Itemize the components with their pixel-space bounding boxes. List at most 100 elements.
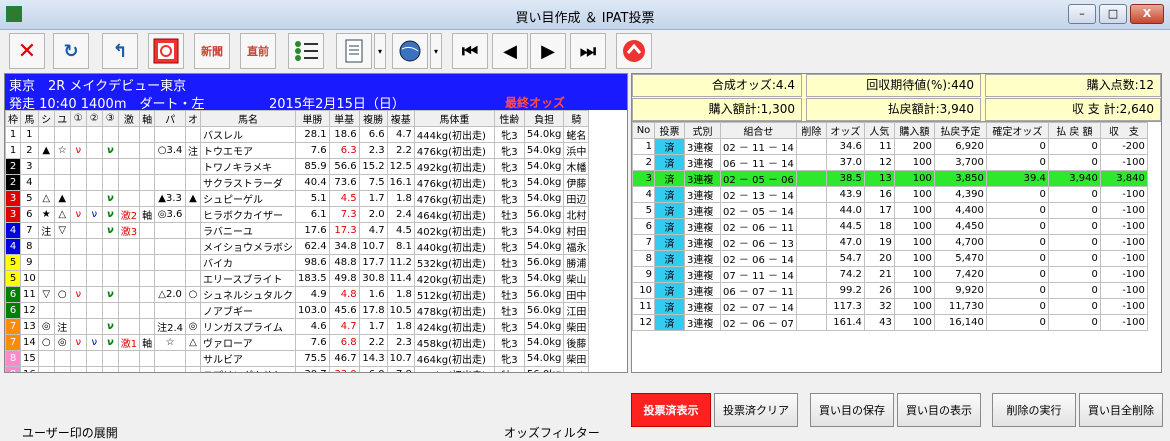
horse-col-header[interactable]: 複勝 — [358, 110, 388, 127]
horse-row[interactable]: 8 15 サルビア 75.5 46.7 14.3 10.7 464kg(初出走) 牝3 54.0k… — [5, 350, 590, 367]
minimize-button[interactable]: – — [1068, 4, 1096, 24]
bet-cell[interactable] — [795, 138, 827, 155]
prev-icon[interactable]: ◀ — [492, 33, 528, 69]
bet-row[interactable]: 4 済 3連複 02 － 13 － 14 43.9 16 100 4,390 0 0 -100 — [632, 186, 1148, 203]
bet-row[interactable]: 6 済 3連複 02 － 06 － 11 44.5 18 100 4,450 0 0 -100 — [632, 218, 1148, 235]
horse-col-header[interactable]: ① — [69, 110, 87, 127]
horse-col-header[interactable]: パ — [154, 110, 187, 127]
horse-row[interactable]: 6 11 ▽ ○ ν ν △2.0 ○ シュネルシュタルク 4.9 4.8 1.6 1.8 512kg(初… — [5, 286, 590, 303]
bet-cell[interactable] — [795, 314, 827, 331]
bet-row[interactable]: 1 済 3連複 02 － 11 － 14 34.6 11 200 6,920 0 0 -200 — [632, 138, 1148, 155]
close-button[interactable]: X — [1130, 4, 1164, 24]
horse-row[interactable]: 4 8 メイショウメラボシ 62.4 34.8 10.7 8.1 440kg(初出走) 牝3 54… — [5, 238, 590, 255]
horse-row[interactable]: 2 4 サクラストラーダ 40.4 73.6 7.5 16.1 476kg(初出走) 牝3 54.… — [5, 174, 590, 191]
bet-row[interactable]: 5 済 3連複 02 － 05 － 14 44.0 17 100 4,400 0 0 -100 — [632, 202, 1148, 219]
bet-row[interactable]: 3 済 3連複 02 － 05 － 06 38.5 13 100 3,850 39.4 3,940… — [632, 170, 1148, 187]
bet-col-header[interactable]: 収 支 — [1099, 122, 1148, 139]
clear-voted-button[interactable]: 投票済クリア — [714, 393, 798, 427]
horse-col-header[interactable]: 激 — [117, 110, 141, 127]
horse-row[interactable]: 2 3 トワノキラメキ 85.9 56.6 15.2 12.5 492kg(初出走) 牝3 54.… — [5, 158, 590, 175]
bet-col-header[interactable]: 払戻予定 — [933, 122, 987, 139]
horse-row[interactable]: 1 1 バスレル 28.1 18.6 6.6 4.7 444kg(初出走) 牝3 54.0kg 蛯名 — [5, 126, 590, 143]
bet-col-header[interactable]: 組合せ — [720, 122, 797, 139]
horse-row[interactable]: 5 9 バイカ 98.6 48.8 17.7 11.2 532kg(初出走) 牡3 56.0kg 勝… — [5, 254, 590, 271]
bet-col-header[interactable]: 人気 — [863, 122, 895, 139]
cancel-icon[interactable]: ✕ — [9, 33, 45, 69]
first-icon[interactable]: ⏮ — [452, 33, 488, 69]
bet-col-header[interactable]: 確定オッズ — [985, 122, 1049, 139]
horse-row[interactable]: 5 10 エリースブライト 183.5 49.8 30.8 11.4 420kg(初出走) 牝3… — [5, 270, 590, 287]
numbered-list-icon[interactable] — [288, 33, 324, 69]
show-voted-button[interactable]: 投票済表示 — [631, 393, 711, 427]
bet-col-header[interactable]: 購入額 — [893, 122, 935, 139]
bet-cell[interactable] — [795, 218, 827, 235]
save-bets-button[interactable]: 買い目の保存 — [810, 393, 894, 427]
bet-cell[interactable] — [795, 202, 827, 219]
bet-row[interactable]: 11 済 3連複 02 － 07 － 14 117.3 32 100 11,730 0 0 -100 — [632, 298, 1148, 315]
bet-cell[interactable] — [795, 298, 827, 315]
bet-cell[interactable] — [795, 186, 827, 203]
newspaper-mark-icon[interactable]: 新聞 — [194, 33, 230, 69]
horse-row[interactable]: 3 6 ★ △ ν ν ν 激2 軸 ◎3.6 ヒラボクカイザー 6.1 7.3 2.0 2.4 464kg(… — [5, 206, 590, 223]
horse-table[interactable]: 枠馬シユ ① ② ③ 激軸パオ馬名 単勝 単基 複勝 複基 馬体重 性齢 負担騎 1 1 バスレル 28.1… — [5, 110, 590, 372]
bet-cell[interactable] — [795, 282, 827, 299]
bet-col-header[interactable]: オッズ — [825, 122, 865, 139]
horse-col-header[interactable]: 騎 — [563, 110, 590, 127]
horse-col-header[interactable]: ユ — [53, 110, 71, 127]
execute-delete-button[interactable]: 削除の実行 — [992, 393, 1076, 427]
horse-col-header[interactable]: ③ — [101, 110, 119, 127]
delete-all-button[interactable]: 買い目全削除 — [1079, 393, 1163, 427]
horse-row[interactable]: 3 5 △ ▲ ν ▲3.3 ▲ シュピーゲル 5.1 4.5 1.7 1.8 476kg(初出走) 牝3… — [5, 190, 590, 207]
home-icon[interactable] — [616, 33, 652, 69]
horse-col-header[interactable]: 単基 — [328, 110, 360, 127]
horse-col-header[interactable]: 単勝 — [295, 110, 330, 127]
horse-col-header[interactable]: 性齢 — [493, 110, 525, 127]
bet-col-header[interactable]: 削除 — [795, 122, 827, 139]
horse-col-header[interactable]: シ — [37, 110, 55, 127]
bet-row[interactable]: 12 済 3連複 02 － 06 － 07 161.4 43 100 16,140 0 0 -100 — [632, 314, 1148, 331]
bet-cell[interactable] — [795, 154, 827, 171]
horse-col-header[interactable]: 枠 — [5, 110, 21, 127]
horse-col-header[interactable]: 馬名 — [200, 110, 297, 127]
document-icon[interactable] — [336, 33, 372, 69]
bet-cell[interactable] — [795, 266, 827, 283]
return-icon[interactable]: ↰ — [102, 33, 138, 69]
horse-col-header[interactable]: 負担 — [523, 110, 565, 127]
bet-row[interactable]: 9 済 3連複 07 － 11 － 14 74.2 21 100 7,420 0 0 -100 — [632, 266, 1148, 283]
horse-row[interactable]: 6 12 ノアブギー 103.0 45.6 17.8 10.5 478kg(初出走) 牡3 56.… — [5, 302, 590, 319]
horse-col-header[interactable]: 複基 — [386, 110, 415, 127]
horse-col-header[interactable]: 馬体重 — [413, 110, 495, 127]
bet-col-header[interactable]: 投票 — [654, 122, 685, 139]
bet-col-header[interactable]: 払 戻 額 — [1047, 122, 1101, 139]
horse-row[interactable]: 816 スプリングムサシ30.733.06.07.8492kg(初出走)牡356.… — [5, 366, 590, 372]
globe-icon[interactable] — [392, 33, 428, 69]
horse-row[interactable]: 1 2 ▲ ☆ ν ν ○3.4 注トウエモア 7.6 6.3 2.3 2.2 476kg(初出走) 牝3… — [5, 142, 590, 159]
bet-cell[interactable] — [795, 170, 827, 187]
globe-dropdown-icon[interactable]: ▾ — [430, 33, 442, 69]
bet-row[interactable]: 8 済 3連複 02 － 06 － 14 54.7 20 100 5,470 0 0 -100 — [632, 250, 1148, 267]
horse-row[interactable]: 7 13 ◎ 注 ν 注2.4 ◎ リンガスプライム 4.6 4.7 1.7 1.8 424kg(初出走… — [5, 318, 590, 335]
restore-button[interactable]: □ — [1099, 4, 1127, 24]
horse-col-header[interactable]: 馬 — [20, 110, 39, 127]
document-dropdown-icon[interactable]: ▾ — [374, 33, 386, 69]
horse-col-header[interactable]: ② — [85, 110, 103, 127]
bet-cell: 0 — [1047, 314, 1101, 331]
bet-row[interactable]: 10 済 3連複 06 － 07 － 11 99.2 26 100 9,920 0 0 -100 — [632, 282, 1148, 299]
bet-col-header[interactable]: 式別 — [684, 122, 721, 139]
bet-row[interactable]: 7 済 3連複 02 － 06 － 13 47.0 19 100 4,700 0 0 -100 — [632, 234, 1148, 251]
refresh-icon[interactable]: ↻ — [53, 33, 89, 69]
horse-col-header[interactable]: オ — [185, 110, 202, 127]
bet-table[interactable]: No 投票 式別 組合せ 削除 オッズ 人気 購入額 払戻予定 確定オッズ払 戻 額収 支 1済3… — [632, 122, 1148, 331]
bet-col-header[interactable]: No — [632, 122, 655, 139]
newspaper-icon[interactable] — [148, 33, 184, 69]
bet-cell[interactable] — [795, 234, 827, 251]
next-icon[interactable]: ▶ — [530, 33, 566, 69]
horse-col-header[interactable]: 軸 — [139, 110, 156, 127]
bet-row[interactable]: 2 済 3連複 06 － 11 － 14 37.0 12 100 3,700 0 0 -100 — [632, 154, 1148, 171]
last-icon[interactable]: ⏭ — [570, 33, 606, 69]
show-bets-button[interactable]: 買い目の表示 — [897, 393, 981, 427]
just-before-icon[interactable]: 直前 — [240, 33, 276, 69]
horse-row[interactable]: 7 14 ○ ◎ ν ν ν 激1 軸 ☆ △ ヴァローア 7.6 6.8 2.2 2.3 458kg(初出走)… — [5, 334, 590, 351]
bet-cell[interactable] — [795, 250, 827, 267]
horse-row[interactable]: 4 7 注 ▽ ν 激3 ラバニーユ 17.6 17.3 4.7 4.5 402kg(初出走) 牝3 54… — [5, 222, 590, 239]
